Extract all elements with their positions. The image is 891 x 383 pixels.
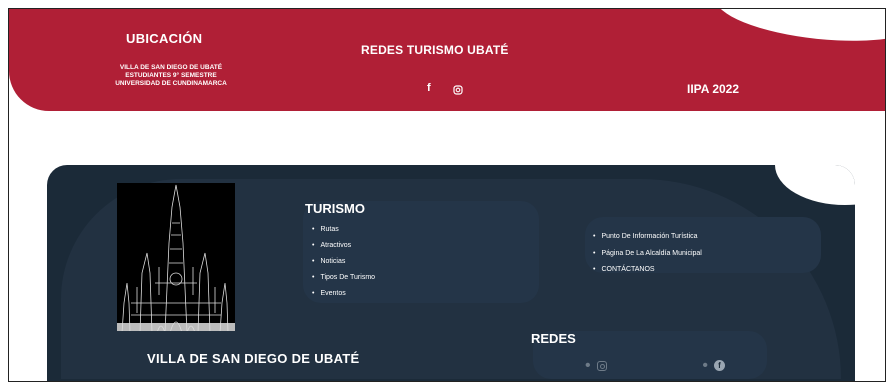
header-social-icons: f — [427, 82, 463, 100]
redes-title: REDES — [531, 331, 576, 346]
ubicacion-line-2: ESTUDIANTES 9° SEMESTRE — [125, 72, 217, 79]
turismo-item-rutas[interactable]: Rutas — [312, 222, 375, 238]
turismo-list: Rutas Atractivos Noticias Tipos De Turis… — [312, 222, 375, 302]
link-alcaldia[interactable]: Página De La Alcaldía Municipal — [593, 246, 701, 263]
header-bar: UBICACIÓN VILLA DE SAN DIEGO DE UBATÉ ES… — [9, 9, 885, 111]
town-name: VILLA DE SAN DIEGO DE UBATÉ — [147, 351, 360, 366]
link-contactanos[interactable]: CONTÁCTANOS — [593, 262, 702, 279]
ubicacion-text: VILLA DE SAN DIEGO DE UBATÉ ESTUDIANTES … — [86, 64, 256, 88]
link-punto-informacion[interactable]: Punto De Información Turística — [593, 229, 702, 246]
page-frame: UBICACIÓN VILLA DE SAN DIEGO DE UBATÉ ES… — [8, 8, 886, 382]
footer-social-icons: • • f — [585, 357, 725, 375]
cathedral-image — [117, 183, 235, 334]
turismo-item-tipos[interactable]: Tipos De Turismo — [312, 270, 375, 286]
turismo-title: TURISMO — [305, 201, 365, 216]
ubicacion-line-3: UNIVERSIDAD DE CUNDINAMARCA — [115, 80, 227, 87]
ubicacion-line-1: VILLA DE SAN DIEGO DE UBATÉ — [119, 64, 223, 71]
footer-facebook-link[interactable]: • f — [702, 357, 725, 375]
facebook-icon: f — [714, 360, 725, 372]
ubicacion-title: UBICACIÓN — [126, 31, 203, 46]
footer-instagram-link[interactable]: • — [585, 357, 607, 375]
header-decor-curve — [712, 9, 885, 50]
redes-turismo-title: REDES TURISMO UBATÉ — [361, 43, 509, 57]
instagram-icon — [596, 360, 607, 371]
turismo-item-atractivos[interactable]: Atractivos — [312, 238, 375, 254]
turismo-item-noticias[interactable]: Noticias — [312, 254, 375, 270]
facebook-icon[interactable]: f — [427, 82, 431, 100]
footer-section: TURISMO Rutas Atractivos Noticias Tipos … — [47, 165, 855, 381]
instagram-icon[interactable] — [453, 82, 463, 100]
footer-decor-curve — [775, 165, 855, 205]
iipa-label: IIPA 2022 — [687, 82, 740, 96]
links-list: Punto De Información Turística Página De… — [593, 229, 702, 279]
turismo-item-eventos[interactable]: Eventos — [312, 286, 375, 302]
